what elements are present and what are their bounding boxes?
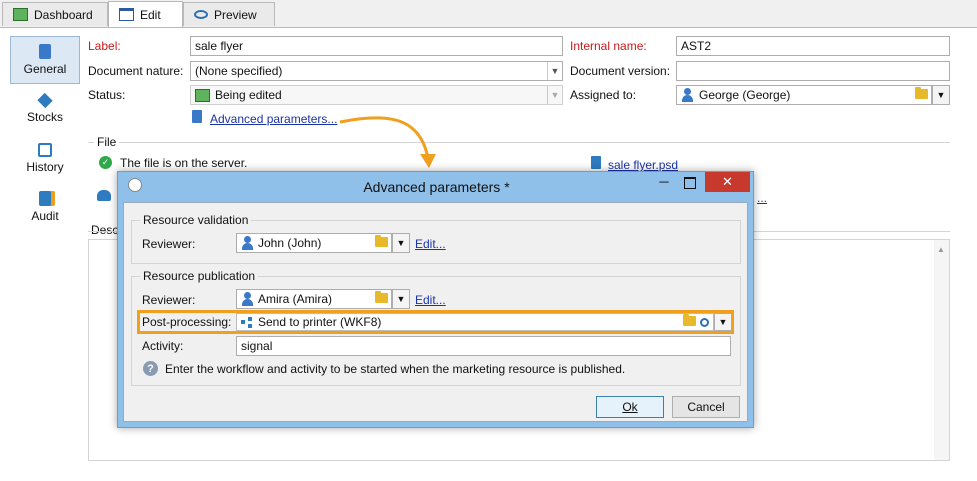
internal-name-input[interactable]: AST2 [676,36,950,56]
folder-icon[interactable] [915,87,931,102]
file-icon [591,156,601,169]
nav-item-general[interactable]: General [10,36,80,84]
file-action-link[interactable]: ... [757,191,767,205]
tab-edit[interactable]: Edit [108,1,183,27]
nav-label-stocks: Stocks [26,110,63,124]
edit-icon [119,8,134,21]
chevron-down-icon[interactable]: ▼ [547,86,562,104]
nav-label-history: History [26,159,64,174]
tab-dashboard-label: Dashboard [34,7,93,22]
clipboard-icon [192,110,202,126]
search-icon[interactable] [700,317,709,327]
user-icon [241,236,256,250]
ok-button-label: Ok [622,400,638,414]
status-value: Being edited [215,88,282,102]
validation-reviewer-value: John (John) [258,236,322,250]
history-icon [38,142,52,157]
cancel-button[interactable]: Cancel [672,396,740,418]
user-icon [241,292,256,306]
user-icon [681,88,696,102]
close-icon[interactable]: ✕ [705,172,750,192]
post-processing-field[interactable]: Send to printer (WKF8) [236,313,714,331]
tab-edit-label: Edit [140,7,161,22]
chevron-down-icon: ▼ [396,294,406,304]
validation-reviewer-field[interactable]: John (John) [236,233,392,253]
nav-item-history[interactable]: History [10,134,80,182]
file-status-text: The file is on the server. [120,156,248,170]
tab-dashboard[interactable]: Dashboard [2,2,108,26]
publication-reviewer-dropdown[interactable]: ▼ [392,289,410,309]
post-processing-value: Send to printer (WKF8) [258,315,382,329]
assigned-to-field[interactable]: George (George) [676,85,932,105]
publication-reviewer-field[interactable]: Amira (Amira) [236,289,392,309]
cloud-download-icon[interactable] [97,190,111,201]
tab-bar: Dashboard Edit Preview [0,0,977,28]
validation-reviewer-label: Reviewer: [142,237,196,251]
advanced-parameters-link[interactable]: Advanced parameters... [210,112,337,126]
check-icon: ✓ [99,156,112,169]
tab-preview-label: Preview [214,7,257,22]
document-nature-value: (None specified) [195,64,283,78]
file-group-title: File [94,135,120,149]
validation-reviewer-dropdown[interactable]: ▼ [392,233,410,253]
document-version-input[interactable] [676,61,950,81]
assigned-to-value: George (George) [699,88,791,102]
nav-item-stocks[interactable]: Stocks [10,85,80,133]
audit-icon [39,191,51,206]
folder-icon[interactable] [375,235,391,250]
document-version-label: Document version: [570,64,671,78]
help-text: Enter the workflow and activity to be st… [165,362,626,376]
nav-item-audit[interactable]: Audit [10,183,80,231]
assigned-dropdown-button[interactable]: ▼ [932,85,950,105]
document-nature-label: Document nature: [88,64,184,78]
file-link[interactable]: sale flyer.psd [608,158,678,172]
label-field-label: Label: [88,39,121,53]
description-scrollbar[interactable]: ▲ [934,240,949,460]
nav-label-audit: Audit [31,209,59,223]
folder-icon[interactable] [683,314,696,329]
eye-icon [194,10,208,19]
help-icon: ? [143,361,158,376]
cancel-button-label: Cancel [687,400,725,414]
publication-edit-link[interactable]: Edit... [415,293,446,307]
minimize-icon[interactable]: ─ [654,174,674,189]
publication-reviewer-value: Amira (Amira) [258,292,332,306]
tab-preview[interactable]: Preview [183,2,275,26]
publication-reviewer-label: Reviewer: [142,293,196,307]
activity-input[interactable]: signal [236,336,731,356]
chevron-down-icon[interactable]: ▼ [547,62,562,80]
post-processing-dropdown[interactable]: ▼ [714,313,732,331]
chevron-down-icon: ▼ [396,238,406,248]
status-select[interactable]: Being edited ▼ [190,85,563,105]
ok-button[interactable]: Ok [596,396,664,418]
activity-label: Activity: [142,339,184,353]
label-input[interactable]: sale flyer [190,36,563,56]
chevron-up-icon: ▲ [937,245,945,254]
internal-name-label: Internal name: [570,39,647,53]
image-icon [195,88,210,102]
chevron-down-icon: ▼ [936,90,946,100]
chevron-down-icon: ▼ [718,317,728,327]
folder-icon[interactable] [375,291,391,306]
arrow-annotation [339,116,436,168]
post-processing-label: Post-processing: [142,315,232,329]
activity-value: signal [241,339,273,353]
workflow-icon [241,316,255,328]
stack-icon [37,92,53,109]
resource-publication-title: Resource publication [140,269,259,283]
maximize-icon[interactable] [684,177,696,189]
dialog-body: Resource validation Reviewer: John (John… [123,202,748,422]
document-nature-select[interactable]: (None specified) ▼ [190,61,563,81]
internal-name-value: AST2 [681,39,712,53]
assigned-to-label: Assigned to: [570,88,637,102]
clipboard-icon [39,44,51,59]
dashboard-icon [13,8,28,21]
label-input-value: sale flyer [195,39,244,53]
resource-validation-title: Resource validation [140,213,252,227]
validation-edit-link[interactable]: Edit... [415,237,446,251]
nav-label-general: General [23,62,67,76]
status-label: Status: [88,88,126,102]
advanced-parameters-dialog: Advanced parameters * ─ ✕ Resource valid… [117,171,754,428]
left-nav: General Stocks History Audit [0,28,86,481]
